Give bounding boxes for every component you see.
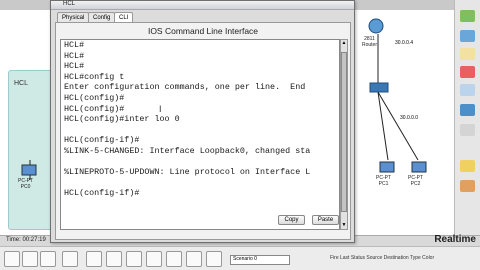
tab-physical[interactable]: Physical [57, 12, 90, 22]
connection-cross-icon[interactable] [146, 251, 162, 267]
terminal-line: HCL# [64, 61, 85, 72]
cli-heading: IOS Command Line Interface [147, 26, 259, 36]
draw-shape-icon[interactable] [460, 104, 475, 116]
add-complex-pdu-icon[interactable] [460, 180, 475, 192]
device-palette: Scenario 0 Fire Last Status Source Desti… [0, 246, 480, 270]
text-cursor-icon: I [159, 104, 162, 114]
move-tool-icon[interactable] [460, 30, 475, 42]
terminal-scrollbar[interactable]: ▲ ▼ [340, 39, 348, 230]
terminal-output[interactable]: HCL# HCL# HCL# HCL#config t Enter configurat… [60, 39, 340, 230]
tab-cli[interactable]: CLI [114, 12, 134, 22]
terminal-line: HCL(config)#inter loo 0 [64, 114, 180, 125]
connection-auto-icon[interactable] [86, 251, 102, 267]
pc1-label: PC-PT PC1 [376, 175, 391, 187]
connection-straight-icon[interactable] [126, 251, 142, 267]
terminal-line: %LINEPROTO-5-UPDOWN: Line protocol on In… [64, 167, 311, 178]
inspect-tool-icon[interactable] [460, 84, 475, 96]
scroll-thumb[interactable] [341, 52, 347, 212]
resize-shape-icon[interactable] [460, 124, 475, 136]
timer-readout: Time: 00:27:19 [6, 237, 46, 243]
pdu-list-header: Fire Last Status Source Destination Type… [330, 255, 435, 261]
terminal-line: HCL# [64, 50, 85, 61]
copy-button[interactable]: Copy [278, 215, 305, 225]
cli-panel: IOS Command Line Interface HCL# HCL# HCL# H… [55, 22, 351, 240]
routers-category-icon[interactable] [4, 251, 20, 267]
switches-category-icon[interactable] [22, 251, 38, 267]
terminal-lines: HCL# HCL# HCL# HCL#config t Enter configurat… [64, 40, 310, 199]
device-window: HCL Physical Config CLI IOS Command Line… [50, 0, 355, 243]
terminal-line: HCL(config-if)# [64, 135, 140, 146]
connection-console-icon[interactable] [106, 251, 122, 267]
pc2-label: PC-PT PC2 [408, 175, 423, 187]
hubs-category-icon[interactable] [40, 251, 56, 267]
window-title: HCL [63, 1, 76, 7]
tab-config[interactable]: Config [88, 12, 116, 22]
delete-tool-icon[interactable] [460, 66, 475, 78]
connection-fiber-icon[interactable] [166, 251, 182, 267]
scroll-up-icon[interactable]: ▲ [341, 40, 347, 47]
add-simple-pdu-icon[interactable] [460, 160, 475, 172]
realtime-mode-label[interactable]: Realtime [434, 234, 476, 245]
ip-label: 30.0.0.4 [395, 40, 414, 46]
terminal-line: HCL(config-if)# [64, 188, 140, 199]
router-label: 2811 Router [362, 36, 378, 48]
wireless-category-icon[interactable] [62, 251, 78, 267]
paste-button[interactable]: Paste [312, 215, 339, 225]
scenario-select[interactable]: Scenario 0 [230, 255, 290, 265]
select-tool-icon[interactable] [460, 10, 475, 22]
ip-label: 30.0.0.0 [400, 115, 419, 121]
terminal-line: %LINK-5-CHANGED: Interface Loopback0, ch… [64, 145, 311, 156]
terminal-line: HCL(config)# [64, 103, 125, 114]
scroll-down-icon[interactable]: ▼ [341, 222, 347, 229]
right-toolbar [454, 0, 480, 235]
terminal-line: HCL# [64, 40, 85, 50]
window-titlebar[interactable]: HCL [51, 1, 354, 10]
pc0-label: PC-PT PC0 [18, 178, 33, 190]
note-tool-icon[interactable] [460, 48, 475, 60]
connection-phone-icon[interactable] [186, 251, 202, 267]
connection-serial-icon[interactable] [206, 251, 222, 267]
terminal-line: HCL(config)# [64, 92, 125, 103]
terminal-line: Enter configuration commands, one per li… [64, 82, 306, 93]
terminal-line: HCL#config t [64, 71, 125, 82]
